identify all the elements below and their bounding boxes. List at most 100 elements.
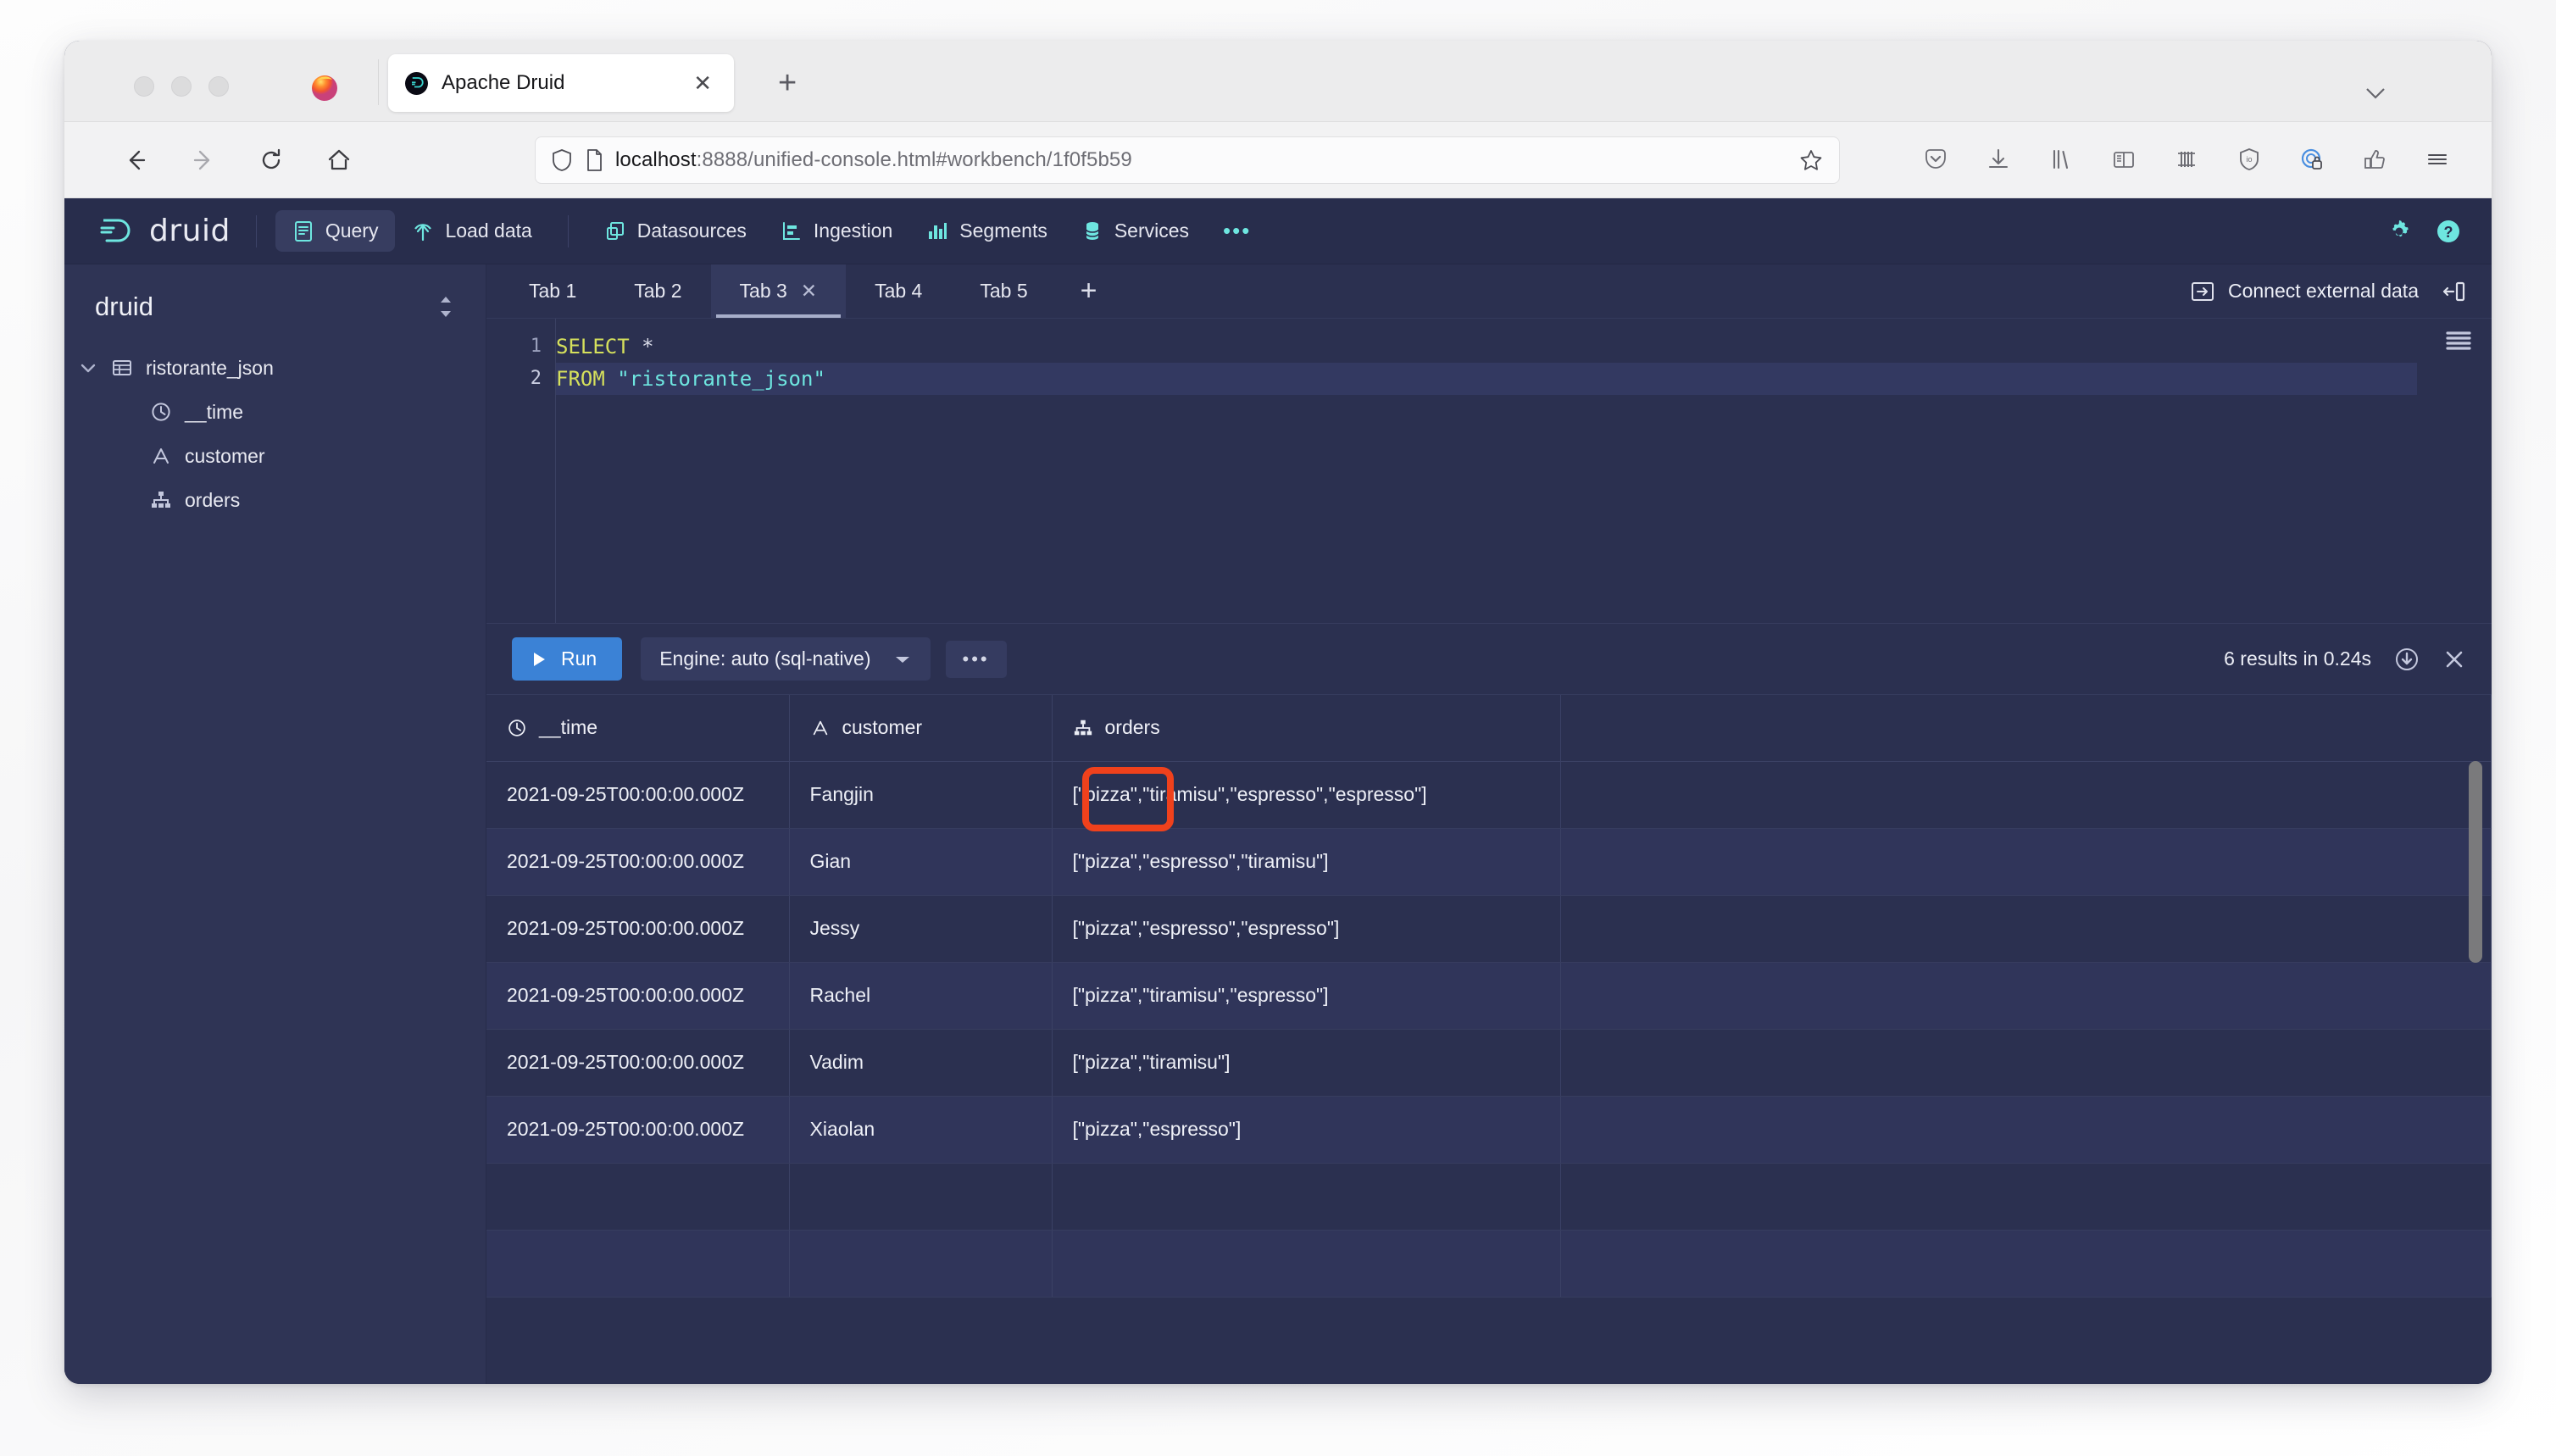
sort-toggle-icon[interactable] [435, 293, 457, 320]
segments-icon [926, 220, 948, 242]
query-tab-5[interactable]: Tab 5 [951, 264, 1056, 318]
sidebar-title: druid [95, 292, 435, 322]
forward-icon[interactable] [185, 142, 222, 179]
nav-item-more[interactable]: ••• [1206, 208, 1268, 253]
table-row[interactable]: 2021-09-25T00:00:00.000Z Xiaolan ["pizza… [486, 1096, 2492, 1163]
nav-item-label: Load data [445, 220, 531, 242]
browser-tab-apache-druid[interactable]: Apache Druid ✕ [388, 54, 734, 112]
column-header-time[interactable]: __time [486, 695, 789, 761]
extension-icon[interactable] [2356, 141, 2393, 178]
reader-view-icon[interactable] [2105, 141, 2142, 178]
minimize-window-button[interactable] [171, 76, 192, 97]
nav-divider-2 [568, 215, 569, 247]
collapse-panel-icon[interactable] [2441, 280, 2466, 303]
table-row[interactable]: 2021-09-25T00:00:00.000Z Jessy ["pizza",… [486, 895, 2492, 962]
table-row[interactable]: 2021-09-25T00:00:00.000Z Vadim ["pizza",… [486, 1029, 2492, 1096]
nav-item-segments[interactable]: Segments [909, 210, 1064, 252]
maximize-window-button[interactable] [208, 76, 229, 97]
connect-external-data-button[interactable]: Connect external data [2191, 280, 2419, 303]
cell-customer: Rachel [789, 962, 1052, 1029]
query-tab-3[interactable]: Tab 3 ✕ [711, 264, 847, 318]
cell-blank [1560, 1163, 2492, 1230]
editor-code-area[interactable]: SELECT * FROM "ristorante_json" [556, 319, 2417, 623]
sql-editor[interactable]: 1 2 SELECT * FROM "ristorante_json" [486, 319, 2492, 624]
run-button[interactable]: Run [512, 637, 622, 681]
nav-item-query[interactable]: Query [275, 210, 396, 252]
add-query-tab-button[interactable]: + [1057, 264, 1121, 318]
url-host: localhost [615, 148, 697, 171]
table-row[interactable]: 2021-09-25T00:00:00.000Z Fangjin ["pizza… [486, 761, 2492, 828]
tree-item-customer[interactable]: customer [64, 434, 486, 478]
library-icon[interactable] [2042, 141, 2080, 178]
downloads-icon[interactable] [1980, 141, 2017, 178]
url-path: :8888/unified-console.html#workbench/1f0… [697, 148, 1132, 171]
clock-icon [149, 401, 173, 423]
results-table-body: 2021-09-25T00:00:00.000Z Fangjin ["pizza… [486, 761, 2492, 1297]
connect-external-data-icon [2191, 281, 2214, 303]
nav-item-label: Segments [959, 220, 1047, 242]
engine-select[interactable]: Engine: auto (sql-native) [641, 637, 930, 681]
app-menu-icon[interactable] [2419, 141, 2456, 178]
home-icon[interactable] [320, 142, 358, 179]
query-tab-2[interactable]: Tab 2 [605, 264, 710, 318]
close-icon[interactable]: ✕ [801, 280, 817, 303]
bookmark-star-icon[interactable] [1798, 147, 1824, 173]
page-info-icon[interactable] [585, 148, 603, 172]
shield-tracking-icon[interactable] [551, 148, 573, 172]
tab-divider [378, 59, 379, 105]
tree-item-label: ristorante_json [146, 357, 274, 380]
table-row[interactable]: 2021-09-25T00:00:00.000Z Gian ["pizza","… [486, 828, 2492, 895]
services-icon [1081, 220, 1103, 242]
window-controls[interactable] [134, 76, 229, 97]
download-results-icon[interactable] [2393, 646, 2420, 673]
nav-item-services[interactable]: Services [1064, 210, 1206, 252]
gear-icon[interactable] [2385, 217, 2414, 246]
nested-type-icon [149, 489, 173, 511]
query-more-options-button[interactable]: ••• [946, 641, 1007, 678]
back-icon[interactable] [117, 142, 154, 179]
tree-item-ristorante-json[interactable]: ristorante_json [64, 346, 486, 390]
cell-customer: Xiaolan [789, 1096, 1052, 1163]
query-tab-label: Tab 1 [529, 280, 576, 303]
close-window-button[interactable] [134, 76, 154, 97]
run-button-label: Run [561, 647, 597, 670]
reload-icon[interactable] [253, 142, 290, 179]
results-vertical-scrollbar[interactable] [2469, 761, 2482, 963]
column-header-orders[interactable]: orders [1052, 695, 1560, 761]
table-icon [110, 357, 134, 379]
cell-blank [1560, 1230, 2492, 1297]
column-header-customer[interactable]: customer [789, 695, 1052, 761]
privacy-lock-icon[interactable] [2293, 141, 2331, 178]
results-table-container[interactable]: __time customer [486, 695, 2492, 1384]
pocket-icon[interactable] [1917, 141, 1954, 178]
nav-item-label: Services [1114, 220, 1189, 242]
tree-item-time[interactable]: __time [64, 390, 486, 434]
tree-item-label: orders [185, 489, 240, 512]
svg-text:io: io [2246, 155, 2252, 164]
chevron-down-icon[interactable] [78, 361, 98, 375]
tree-item-label: __time [185, 401, 243, 424]
nav-item-load-data[interactable]: Load data [395, 210, 548, 252]
close-results-icon[interactable] [2442, 647, 2466, 671]
tree-item-orders[interactable]: orders [64, 478, 486, 522]
help-icon[interactable]: ? [2434, 217, 2463, 246]
chevron-down-icon[interactable] [2363, 85, 2388, 102]
query-tab-1[interactable]: Tab 1 [500, 264, 605, 318]
close-icon[interactable]: ✕ [688, 69, 717, 97]
url-text[interactable]: localhost:8888/unified-console.html#work… [615, 148, 1132, 172]
containers-icon[interactable] [2168, 141, 2205, 178]
nav-item-datasources[interactable]: Datasources [587, 210, 764, 252]
cell-orders: ["pizza","tiramisu"] [1052, 1029, 1560, 1096]
druid-logo[interactable]: druid [98, 214, 231, 249]
query-tab-4[interactable]: Tab 4 [846, 264, 951, 318]
url-bar[interactable]: localhost:8888/unified-console.html#work… [535, 136, 1840, 184]
browser-tab-title: Apache Druid [442, 71, 688, 95]
shield-icon[interactable]: io [2231, 141, 2268, 178]
editor-menu-icon[interactable] [2444, 329, 2473, 354]
new-tab-button[interactable]: + [778, 68, 797, 98]
nav-item-ingestion[interactable]: Ingestion [764, 210, 909, 252]
table-row[interactable]: 2021-09-25T00:00:00.000Z Rachel ["pizza"… [486, 962, 2492, 1029]
druid-logo-icon [98, 214, 137, 249]
connect-external-data-label: Connect external data [2228, 280, 2419, 303]
results-table: __time customer [486, 695, 2492, 1298]
